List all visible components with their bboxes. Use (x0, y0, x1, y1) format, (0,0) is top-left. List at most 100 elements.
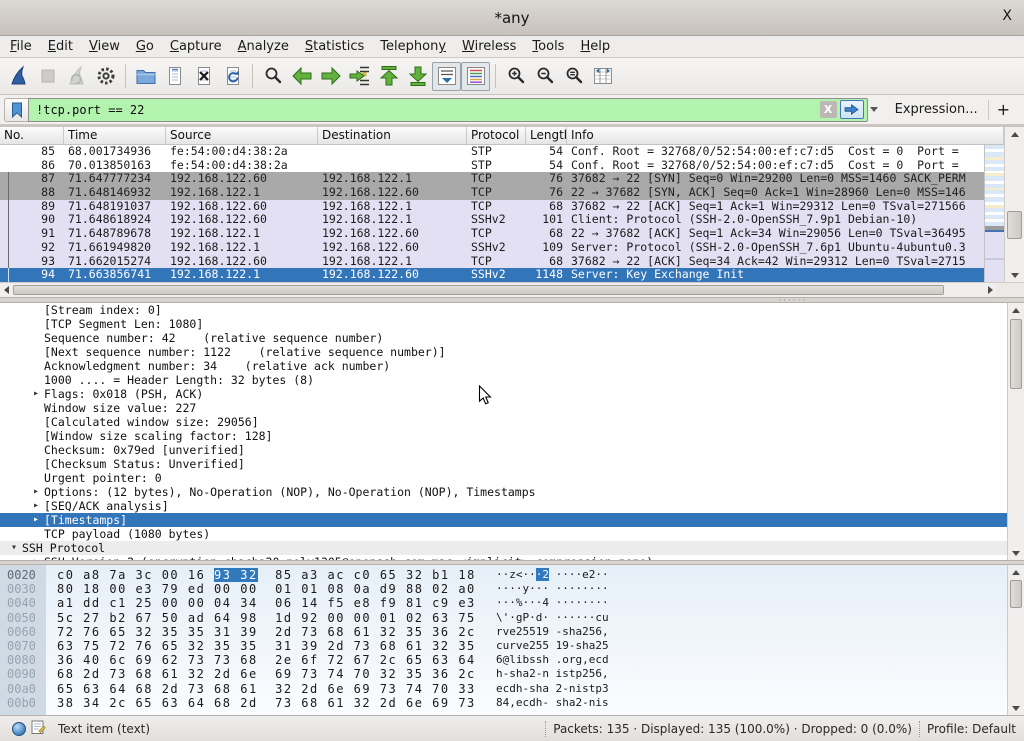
apply-filter-button[interactable] (840, 100, 864, 119)
menu-tools[interactable]: Tools (524, 37, 572, 56)
scroll-down-icon[interactable] (1008, 546, 1024, 560)
packet-row-86[interactable]: 8670.013850163fe:54:00:d4:38:2aSTP54Conf… (0, 159, 984, 173)
add-filter-button[interactable]: + (988, 100, 1018, 120)
bytes-vscrollbar[interactable] (1007, 565, 1024, 715)
menu-file[interactable]: File (2, 37, 40, 56)
detail-line[interactable]: ▸Flags: 0x018 (PSH, ACK) (0, 387, 1007, 401)
detail-line[interactable]: Urgent pointer: 0 (0, 471, 1007, 485)
vscroll-thumb[interactable] (1010, 580, 1022, 608)
scroll-down-icon[interactable] (1005, 268, 1024, 282)
expander-collapsed-icon[interactable]: ▸ (28, 555, 44, 560)
detail-line[interactable]: ▸[Timestamps] (0, 513, 1007, 527)
hex-row-0060[interactable]: 006072 76 65 32 35 35 31 39 2d 73 68 61 … (0, 625, 1024, 639)
hex-row-0040[interactable]: 0040a1 dd c1 25 00 00 04 34 06 14 f5 e8 … (0, 596, 1024, 610)
colorize-button[interactable] (461, 62, 490, 91)
detail-line[interactable]: ▸Options: (12 bytes), No-Operation (NOP)… (0, 485, 1007, 499)
start-capture-button[interactable] (4, 62, 33, 91)
hex-row-0050[interactable]: 00505c 27 b2 67 50 ad 64 98 1d 92 00 00 … (0, 611, 1024, 625)
detail-line[interactable]: Window size value: 227 (0, 401, 1007, 415)
expander-collapsed-icon[interactable]: ▸ (28, 513, 44, 527)
packet-list-hscrollbar[interactable] (0, 282, 997, 297)
menu-capture[interactable]: Capture (162, 37, 230, 56)
hex-row-00a0[interactable]: 00a065 63 64 68 2d 73 68 61 32 2d 6e 69 … (0, 682, 1024, 696)
detail-line[interactable]: 1000 .... = Header Length: 32 bytes (8) (0, 373, 1007, 387)
column-header-destination[interactable]: Destination (318, 127, 467, 144)
detail-line[interactable]: Checksum: 0x79ed [unverified] (0, 443, 1007, 457)
detail-line[interactable]: ▸[SEQ/ACK analysis] (0, 499, 1007, 513)
expander-collapsed-icon[interactable]: ▸ (28, 387, 44, 401)
packet-row-92[interactable]: 9271.661949820192.168.122.1192.168.122.6… (0, 241, 984, 255)
column-header-source[interactable]: Source (166, 127, 318, 144)
menu-wireless[interactable]: Wireless (454, 37, 524, 56)
detail-line[interactable]: [Stream index: 0] (0, 303, 1007, 317)
hex-row-0030[interactable]: 003080 18 00 e3 79 ed 00 00 01 01 08 0a … (0, 582, 1024, 596)
scroll-right-icon[interactable] (984, 283, 997, 297)
zoom-normal-button[interactable] (559, 62, 588, 91)
expert-info-button[interactable] (12, 722, 26, 736)
capture-options-button[interactable] (91, 62, 120, 91)
find-packet-button[interactable] (258, 62, 287, 91)
packet-row-89[interactable]: 8971.648191037192.168.122.60192.168.122.… (0, 200, 984, 214)
save-capture-file-button[interactable] (160, 62, 189, 91)
detail-line[interactable]: [Next sequence number: 1122 (relative se… (0, 345, 1007, 359)
go-forward-button[interactable] (316, 62, 345, 91)
packet-row-91[interactable]: 9171.648789678192.168.122.1192.168.122.6… (0, 227, 984, 241)
detail-line[interactable]: Sequence number: 42 (relative sequence n… (0, 331, 1007, 345)
titlebar[interactable]: *any X (0, 0, 1024, 36)
packet-list-vscrollbar[interactable] (1004, 127, 1024, 282)
packet-row-90[interactable]: 9071.648618924192.168.122.60192.168.122.… (0, 213, 984, 227)
detail-line[interactable]: [Window size scaling factor: 128] (0, 429, 1007, 443)
expander-expanded-icon[interactable]: ▾ (6, 541, 22, 555)
status-profile[interactable]: Profile: Default (927, 722, 1016, 736)
packet-row-93[interactable]: 9371.662015274192.168.122.60192.168.122.… (0, 255, 984, 269)
zoom-out-button[interactable] (530, 62, 559, 91)
column-header-time[interactable]: Time (64, 127, 166, 144)
menu-go[interactable]: Go (128, 37, 162, 56)
resize-columns-button[interactable] (588, 62, 617, 91)
hex-row-0080[interactable]: 008036 40 6c 69 62 73 73 68 2e 6f 72 67 … (0, 653, 1024, 667)
menu-view[interactable]: View (81, 37, 128, 56)
menu-edit[interactable]: Edit (40, 37, 81, 56)
capture-comment-button[interactable] (31, 719, 46, 738)
detail-line[interactable]: [TCP Segment Len: 1080] (0, 317, 1007, 331)
detail-line[interactable]: TCP payload (1080 bytes) (0, 527, 1007, 541)
packet-row-87[interactable]: 8771.647777234192.168.122.60192.168.122.… (0, 172, 984, 186)
auto-scroll-button[interactable] (432, 62, 461, 91)
expander-collapsed-icon[interactable]: ▸ (28, 485, 44, 499)
clear-filter-icon[interactable]: X (820, 101, 837, 118)
go-to-packet-button[interactable] (345, 62, 374, 91)
column-header-info[interactable]: Info (567, 127, 1004, 144)
column-header-no[interactable]: No. (0, 127, 64, 144)
menu-analyze[interactable]: Analyze (230, 37, 297, 56)
packet-row-94[interactable]: 9471.663856741192.168.122.1192.168.122.6… (0, 268, 984, 282)
scroll-up-icon[interactable] (1005, 127, 1024, 141)
packet-row-88[interactable]: 8871.648146932192.168.122.1192.168.122.6… (0, 186, 984, 200)
scroll-up-icon[interactable] (1008, 303, 1024, 317)
detail-line[interactable]: ▾SSH Protocol (0, 541, 1007, 555)
zoom-in-button[interactable] (501, 62, 530, 91)
expander-collapsed-icon[interactable]: ▸ (28, 499, 44, 513)
vscroll-thumb[interactable] (1007, 211, 1022, 239)
scroll-up-icon[interactable] (1008, 565, 1024, 579)
detail-line[interactable]: [Checksum Status: Unverified] (0, 457, 1007, 471)
hex-row-0020[interactable]: 0020c0 a8 7a 3c 00 16 93 32 85 a3 ac c0 … (0, 568, 1024, 582)
go-last-packet-button[interactable] (403, 62, 432, 91)
go-first-packet-button[interactable] (374, 62, 403, 91)
scroll-left-icon[interactable] (0, 283, 13, 297)
reload-capture-file-button[interactable] (218, 62, 247, 91)
column-header-protocol[interactable]: Protocol (467, 127, 526, 144)
hex-row-0090[interactable]: 009068 2d 73 68 61 32 2d 6e 69 73 74 70 … (0, 667, 1024, 681)
filter-input[interactable]: !tcp.port == 22 X (28, 98, 868, 122)
detail-line[interactable]: Acknowledgment number: 34 (relative ack … (0, 359, 1007, 373)
close-button[interactable]: X (1002, 9, 1012, 23)
hscroll-thumb[interactable] (13, 285, 944, 295)
filter-bookmark-button[interactable] (4, 98, 28, 122)
detail-line[interactable]: ▸SSH Version 2 (encryption:chacha20-poly… (0, 555, 1007, 560)
go-back-button[interactable] (287, 62, 316, 91)
hex-row-00b0[interactable]: 00b038 34 2c 65 63 64 68 2d 73 68 61 32 … (0, 696, 1024, 710)
vscroll-thumb[interactable] (1010, 319, 1022, 389)
details-vscrollbar[interactable] (1007, 303, 1024, 560)
packet-row-85[interactable]: 8568.001734936fe:54:00:d4:38:2aSTP54Conf… (0, 145, 984, 159)
menu-telephony[interactable]: Telephony (372, 37, 454, 56)
menu-statistics[interactable]: Statistics (297, 37, 372, 56)
